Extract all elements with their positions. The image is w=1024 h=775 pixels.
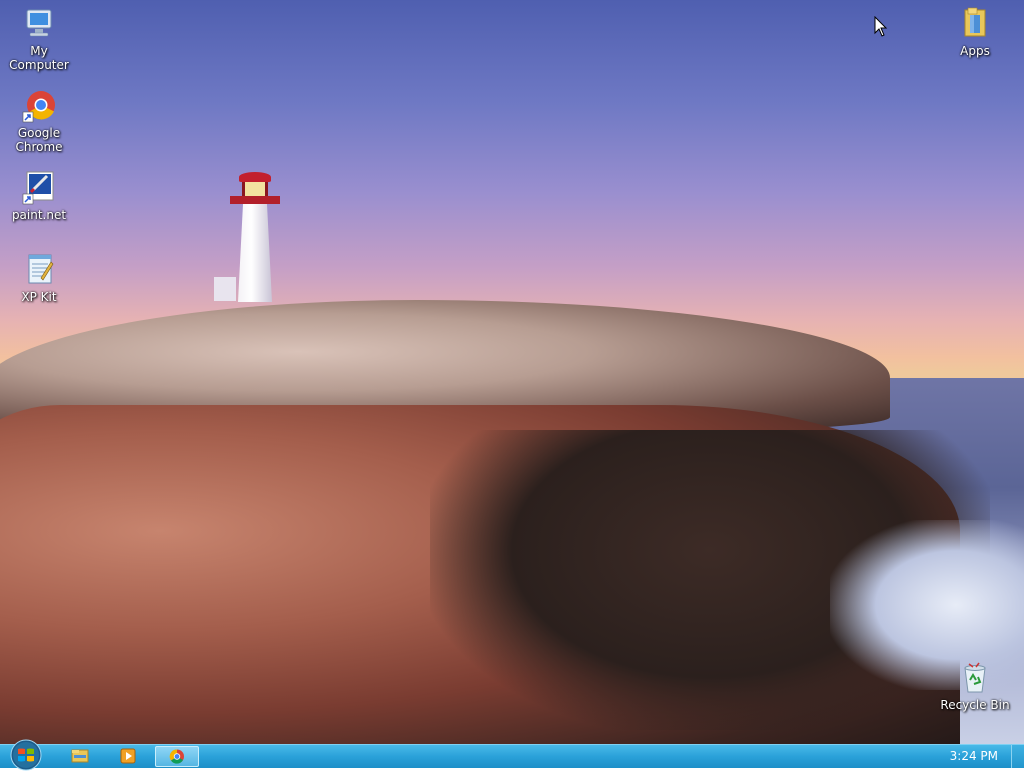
desktop-icon-xp-kit[interactable]: XP Kit <box>0 252 78 304</box>
mouse-cursor-icon <box>874 15 888 42</box>
recycle-bin-icon <box>957 660 993 696</box>
file-explorer-icon <box>71 749 89 763</box>
desktop-icon-paint-net[interactable]: paint.net <box>0 170 78 222</box>
taskbar-clock[interactable]: 3:24 PM <box>950 749 998 763</box>
taskbar-button-file-explorer[interactable] <box>60 746 100 767</box>
desktop-icon-label: paint.net <box>11 208 67 222</box>
notepad-icon <box>21 252 57 288</box>
taskbar-button-chrome[interactable] <box>155 746 199 767</box>
taskbar: 3:24 PM <box>0 739 1024 771</box>
desktop-icon-google-chrome[interactable]: Google Chrome <box>0 88 78 154</box>
paint-net-icon <box>21 170 57 206</box>
desktop-icon-my-computer[interactable]: My Computer <box>0 6 78 72</box>
taskbar-button-media-player[interactable] <box>108 746 148 767</box>
desktop-icon-label: XP Kit <box>21 290 57 304</box>
wallpaper-lighthouse <box>214 172 280 304</box>
windows-logo-icon <box>10 739 42 771</box>
desktop-wallpaper: My Computer Google Chrome paint.net XP K… <box>0 0 1024 744</box>
media-player-icon <box>120 748 136 764</box>
desktop-icon-label: Google Chrome <box>15 126 63 154</box>
folder-icon <box>957 6 993 42</box>
chrome-icon <box>169 749 184 764</box>
chrome-icon <box>21 88 57 124</box>
desktop-icon-label: Recycle Bin <box>940 698 1010 712</box>
computer-icon <box>21 6 57 42</box>
start-button[interactable] <box>8 739 44 771</box>
desktop-icon-apps[interactable]: Apps <box>936 6 1014 58</box>
desktop-icon-label: Apps <box>960 44 990 58</box>
desktop-icon-label: My Computer <box>9 44 69 72</box>
desktop-icon-recycle-bin[interactable]: Recycle Bin <box>936 660 1014 712</box>
show-desktop-button[interactable] <box>1011 745 1024 768</box>
